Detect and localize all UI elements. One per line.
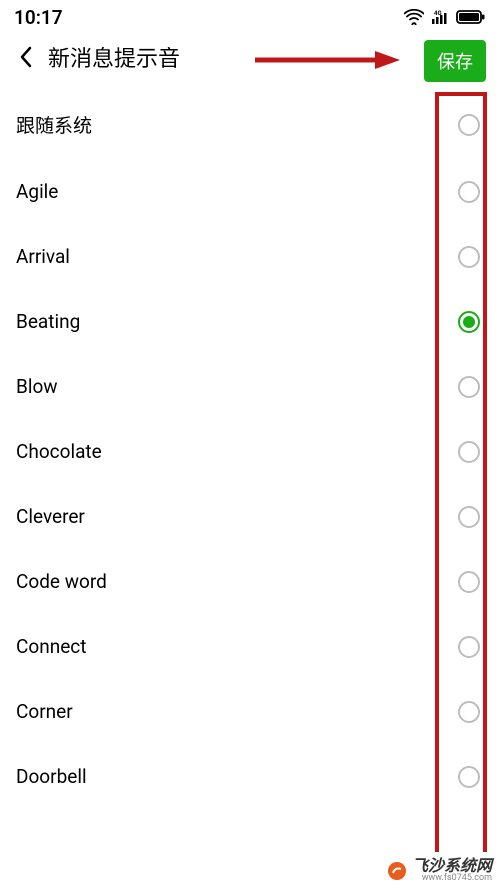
sound-label: Code word [16,570,107,593]
radio-button[interactable] [458,701,480,723]
sound-item[interactable]: Corner [0,679,500,744]
sound-item[interactable]: Beating [0,289,500,354]
sound-item[interactable]: Agile [0,159,500,224]
radio-button[interactable] [458,441,480,463]
sound-item[interactable]: Doorbell [0,744,500,809]
status-icons: 4G [404,9,486,25]
header: 新消息提示音 保存 [0,32,500,90]
radio-button[interactable] [458,766,480,788]
sound-item[interactable]: Chocolate [0,419,500,484]
signal-icon: 4G [430,9,450,25]
chevron-left-icon [19,46,33,68]
sound-item[interactable]: Code word [0,549,500,614]
sound-label: Beating [16,310,80,333]
wifi-icon [404,9,424,25]
sound-item[interactable]: Cleverer [0,484,500,549]
radio-button[interactable] [458,246,480,268]
sound-label: Agile [16,180,58,203]
page-title: 新消息提示音 [48,41,180,73]
sound-label: Connect [16,635,86,658]
radio-button[interactable] [458,181,480,203]
radio-button[interactable] [458,506,480,528]
radio-button[interactable] [458,311,480,333]
sound-label: Cleverer [16,505,85,528]
sound-label: Arrival [16,245,70,268]
sound-item[interactable]: Arrival [0,224,500,289]
watermark-logo-icon [387,861,407,881]
radio-button[interactable] [458,636,480,658]
save-button[interactable]: 保存 [424,40,486,82]
watermark-sub: www.fs0745.com [412,874,492,883]
sound-label: Chocolate [16,440,102,463]
sound-list: 跟随系统 Agile Arrival Beating Blow Chocolate Clev… [0,90,500,809]
watermark-main: 飞沙系统网 [412,858,492,874]
back-button[interactable] [14,45,38,69]
watermark: 飞沙系统网 www.fs0745.com [387,858,492,883]
battery-icon [456,9,486,25]
sound-label: Blow [16,375,58,398]
sound-item[interactable]: Connect [0,614,500,679]
radio-button[interactable] [458,376,480,398]
status-time: 10:17 [14,6,63,29]
radio-button[interactable] [458,114,480,136]
radio-button[interactable] [458,571,480,593]
sound-label: Corner [16,700,73,723]
sound-label: Doorbell [16,765,87,788]
status-bar: 10:17 4G [0,0,500,32]
sound-item[interactable]: 跟随系统 [0,90,500,159]
sound-item[interactable]: Blow [0,354,500,419]
sound-label: 跟随系统 [16,111,92,138]
